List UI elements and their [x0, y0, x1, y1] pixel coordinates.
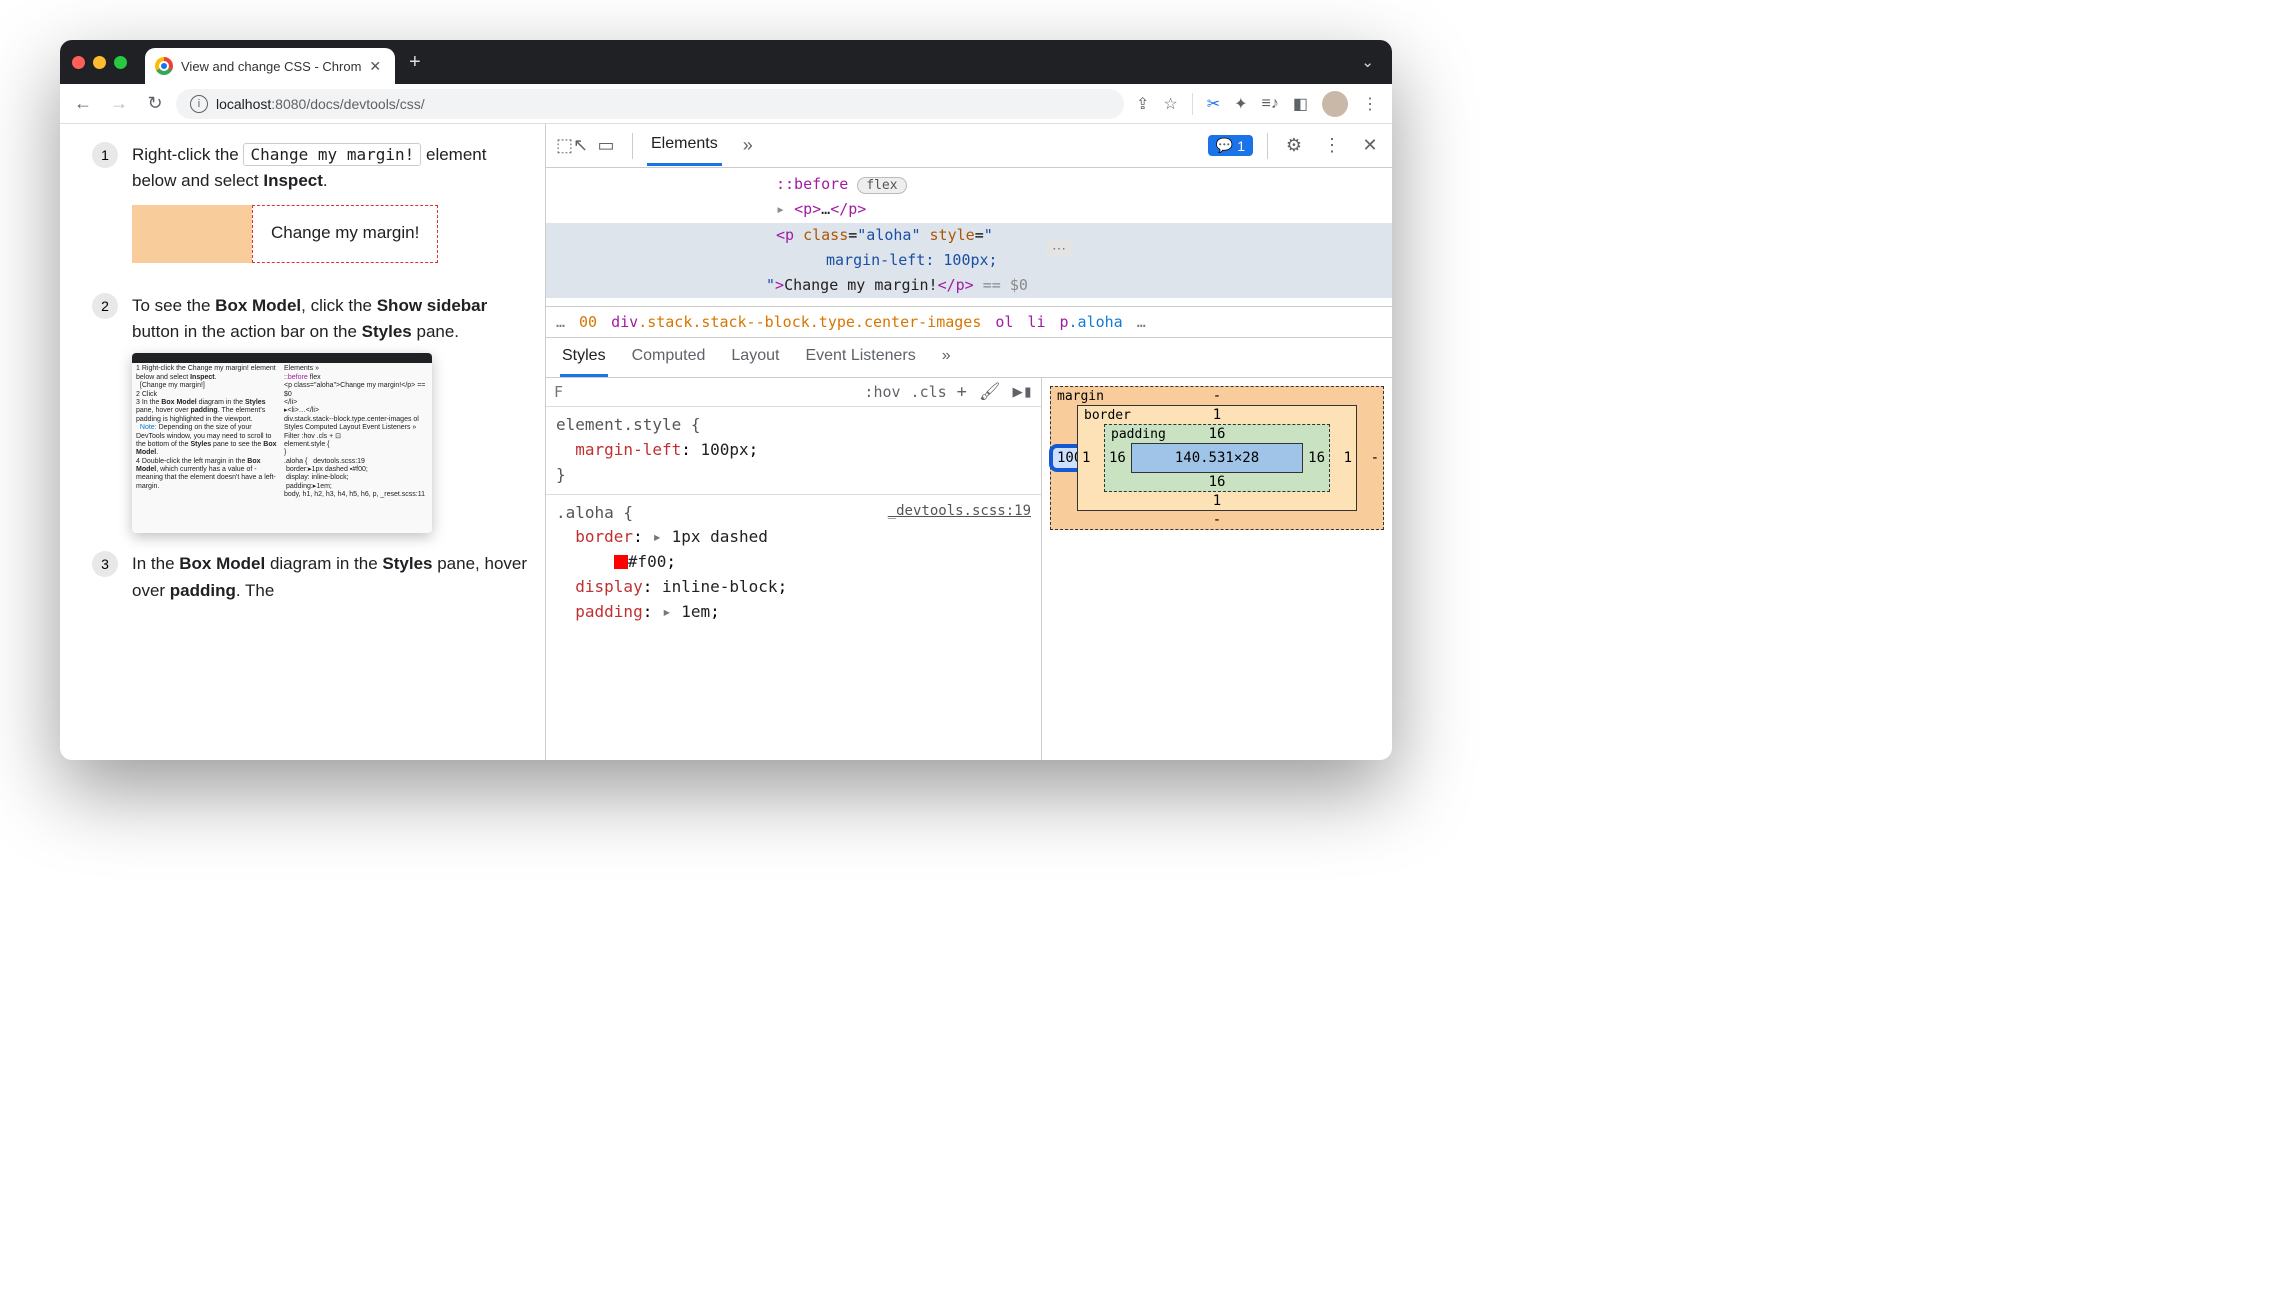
- margin-highlight: [132, 205, 252, 263]
- breadcrumbs[interactable]: … 00 div.stack.stack--block.type.center-…: [546, 306, 1392, 338]
- share-icon[interactable]: ⇪: [1136, 94, 1149, 114]
- tab-elements[interactable]: Elements: [647, 125, 722, 166]
- content-dimensions[interactable]: 140.531×28: [1131, 443, 1303, 473]
- device-toggle-icon[interactable]: ▭: [594, 135, 618, 156]
- devtools-pane: ⬚↖ ▭ Elements » 💬 1 ⚙ ⋮ ✕ ⋯ ::before fle…: [545, 124, 1392, 760]
- tab-close-icon[interactable]: ✕: [369, 58, 381, 75]
- forward-button[interactable]: →: [104, 93, 134, 114]
- back-button[interactable]: ←: [68, 93, 98, 114]
- crumbs-overflow-right[interactable]: …: [1137, 313, 1146, 331]
- reading-list-icon[interactable]: ≡♪: [1262, 95, 1279, 113]
- crumb-li[interactable]: li: [1027, 313, 1045, 331]
- toolbar-icons: ⇪ ☆ ✂ ✦ ≡♪ ◧ ⋮: [1130, 91, 1384, 117]
- divider: [1192, 93, 1193, 115]
- step-num: 1: [92, 142, 118, 168]
- selected-dom-node[interactable]: <p class="aloha" style=": [546, 223, 1392, 248]
- content-area: 1 Right-click the Change my margin! elem…: [60, 124, 1392, 760]
- subtab-more-icon[interactable]: »: [940, 338, 953, 377]
- step-num: 2: [92, 293, 118, 319]
- subtab-styles[interactable]: Styles: [560, 338, 608, 377]
- crumb-ol[interactable]: ol: [995, 313, 1013, 331]
- site-info-icon[interactable]: i: [190, 95, 208, 113]
- styles-subtabs: Styles Computed Layout Event Listeners »: [546, 338, 1392, 378]
- more-tabs-icon[interactable]: »: [736, 135, 760, 156]
- style-rules[interactable]: element.style { margin-left: 100px; } .a…: [546, 407, 1041, 630]
- browser-window: View and change CSS - Chrom ✕ + ⌄ ← → ↻ …: [60, 40, 1392, 760]
- source-link[interactable]: _devtools.scss:19: [888, 501, 1031, 523]
- chrome-icon: [155, 57, 173, 75]
- url-toolbar: ← → ↻ i localhost:8080/docs/devtools/css…: [60, 84, 1392, 124]
- box-model[interactable]: margin - - 100 - border 1 1 1 1 paddin: [1042, 378, 1392, 760]
- cls-toggle[interactable]: .cls: [911, 383, 947, 401]
- subtab-computed[interactable]: Computed: [630, 338, 708, 377]
- side-panel-icon[interactable]: ◧: [1293, 94, 1308, 114]
- close-window[interactable]: [72, 56, 85, 69]
- profile-avatar[interactable]: [1322, 91, 1348, 117]
- brush-icon[interactable]: 🖌: [979, 382, 1001, 402]
- step-2: 2 To see the Box Model, click the Show s…: [92, 293, 527, 534]
- extensions-icon[interactable]: ✦: [1234, 94, 1247, 114]
- step-3: 3 In the Box Model diagram in the Styles…: [92, 551, 527, 604]
- menu-icon[interactable]: ⋮: [1362, 94, 1378, 114]
- url-text: localhost:8080/docs/devtools/css/: [216, 96, 425, 112]
- page-pane: 1 Right-click the Change my margin! elem…: [60, 124, 545, 760]
- devtools-toolbar: ⬚↖ ▭ Elements » 💬 1 ⚙ ⋮ ✕: [546, 124, 1392, 168]
- dom-ellipsis-gutter[interactable]: ⋯: [1046, 240, 1072, 257]
- color-swatch[interactable]: [614, 555, 628, 569]
- add-rule-icon[interactable]: +: [957, 382, 967, 402]
- styles-filter-row: :hov .cls + 🖌 ▶▮: [546, 378, 1041, 407]
- settings-icon[interactable]: ⚙: [1282, 135, 1306, 156]
- hov-toggle[interactable]: :hov: [864, 383, 900, 401]
- reload-button[interactable]: ↻: [140, 93, 170, 114]
- styles-filter-input[interactable]: [554, 383, 854, 401]
- dom-tree[interactable]: ::before flex ▸ <p>…</p> <p class="aloha…: [546, 168, 1392, 306]
- crumb-div[interactable]: div.stack.stack--block.type.center-image…: [611, 313, 981, 331]
- subtab-event-listeners[interactable]: Event Listeners: [803, 338, 917, 377]
- demo-element[interactable]: Change my margin!: [252, 205, 438, 263]
- tab-title: View and change CSS - Chrom: [181, 59, 361, 74]
- tabs-dropdown-icon[interactable]: ⌄: [1361, 53, 1374, 71]
- browser-tab[interactable]: View and change CSS - Chrom ✕: [145, 48, 395, 84]
- minimize-window[interactable]: [93, 56, 106, 69]
- omnibox[interactable]: i localhost:8080/docs/devtools/css/: [176, 89, 1124, 119]
- crumb-p[interactable]: p.aloha: [1059, 313, 1122, 331]
- new-tab-button[interactable]: +: [409, 51, 421, 74]
- screenshot-thumbnail: 1 Right-click the Change my margin! elem…: [132, 353, 432, 533]
- code-pill: Change my margin!: [243, 143, 421, 166]
- window-controls: [72, 56, 127, 69]
- title-bar: View and change CSS - Chrom ✕ + ⌄: [60, 40, 1392, 84]
- issues-badge[interactable]: 💬 1: [1208, 135, 1253, 156]
- sidebar-toggle-icon[interactable]: ▶▮: [1013, 382, 1033, 402]
- inspect-icon[interactable]: ⬚↖: [556, 135, 580, 156]
- scissors-icon[interactable]: ✂: [1207, 94, 1220, 114]
- step-1: 1 Right-click the Change my margin! elem…: [92, 142, 527, 275]
- bookmark-icon[interactable]: ☆: [1163, 94, 1177, 114]
- flex-badge[interactable]: flex: [857, 177, 906, 194]
- maximize-window[interactable]: [114, 56, 127, 69]
- step1-text: Right-click the: [132, 145, 243, 164]
- step-num: 3: [92, 551, 118, 577]
- close-devtools-icon[interactable]: ✕: [1358, 135, 1382, 156]
- kebab-icon[interactable]: ⋮: [1320, 135, 1344, 156]
- subtab-layout[interactable]: Layout: [729, 338, 781, 377]
- pseudo-before[interactable]: ::before: [776, 175, 848, 193]
- crumbs-overflow-left[interactable]: …: [556, 313, 565, 331]
